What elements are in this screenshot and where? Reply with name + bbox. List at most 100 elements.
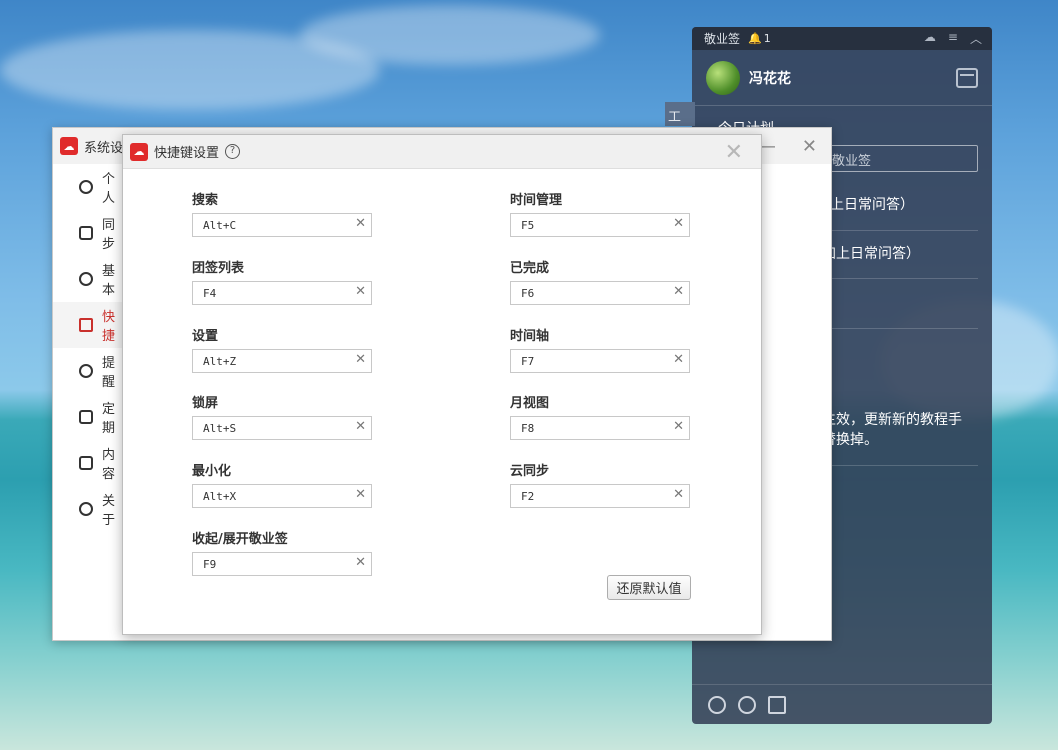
field-label: 已完成 (510, 261, 550, 276)
field-label: 云同步 (510, 464, 550, 479)
field-label: 设置 (192, 329, 219, 344)
user-icon (79, 180, 93, 194)
field-label: 时间管理 (510, 193, 563, 208)
clear-icon[interactable]: ✕ (673, 352, 684, 367)
shortcut-value: F9 (203, 557, 217, 571)
notice-text: 生效，更新新的教程手 (822, 412, 962, 428)
shortcut-minimize: 最小化 Alt+X ✕ (192, 460, 372, 508)
shortcut-value: Alt+C (203, 218, 237, 232)
shortcut-input[interactable]: Alt+X ✕ (192, 484, 372, 508)
restore-defaults-button[interactable]: 还原默认值 (607, 575, 691, 600)
menu-icon[interactable]: ≡ (948, 30, 958, 47)
shortcut-search: 搜索 Alt+C ✕ (192, 189, 372, 237)
clear-icon[interactable]: ✕ (673, 284, 684, 299)
sidebar-item-label: 内容 (102, 448, 116, 482)
shortcut-time-management: 时间管理 F5 ✕ (510, 189, 690, 237)
sidebar-item-label: 快捷 (102, 310, 116, 344)
clear-icon[interactable]: ✕ (673, 487, 684, 502)
shortcut-lock-screen: 锁屏 Alt+S ✕ (192, 392, 372, 440)
bell-icon (79, 364, 93, 378)
shortcut-input[interactable]: Alt+Z ✕ (192, 349, 372, 373)
work-tab[interactable]: 工作 (665, 102, 695, 144)
sidebar-item-label: 基本 (102, 264, 116, 298)
close-icon[interactable]: ✕ (802, 136, 817, 157)
clear-icon[interactable]: ✕ (355, 555, 366, 570)
sidebar-item-label: 提醒 (102, 356, 116, 390)
clear-icon[interactable]: ✕ (355, 352, 366, 367)
sidebar-item-sync[interactable]: 同步 (53, 210, 123, 256)
notification-bell[interactable]: 🔔 1 (748, 32, 771, 45)
avatar[interactable] (706, 60, 740, 95)
clear-icon[interactable]: ✕ (355, 419, 366, 434)
field-label: 搜索 (192, 193, 219, 208)
shortcut-value: Alt+S (203, 421, 237, 435)
shortcut-value: F5 (521, 218, 535, 232)
sidebar-item-scheduled[interactable]: 定期 (53, 394, 123, 440)
sidebar-item-label: 同步 (102, 218, 116, 252)
list-item[interactable]: 加上日常问答） (816, 194, 978, 214)
dialog-title: 快捷键设置 (154, 146, 220, 161)
shortcut-cloud-sync: 云同步 F2 ✕ (510, 460, 690, 508)
shortcut-value: F4 (203, 286, 217, 300)
app-logo-icon: ☁ (130, 142, 148, 161)
shortcut-input[interactable]: F7 ✕ (510, 349, 690, 373)
search-icon[interactable] (738, 695, 756, 714)
shortcut-timeline: 时间轴 F7 ✕ (510, 325, 690, 373)
sidebar-item-label: 关于 (102, 494, 116, 528)
panel-title: 敬业签 (704, 32, 741, 46)
user-bar: 冯花花 (692, 50, 992, 106)
shortcut-completed: 已完成 F6 ✕ (510, 257, 690, 305)
shortcut-input[interactable]: F5 ✕ (510, 213, 690, 237)
user-name: 冯花花 (749, 70, 791, 87)
shortcut-input[interactable]: F2 ✕ (510, 484, 690, 508)
clear-icon[interactable]: ✕ (355, 487, 366, 502)
clear-icon[interactable]: ✕ (355, 284, 366, 299)
cloud (300, 5, 600, 65)
shortcut-input[interactable]: F4 ✕ (192, 281, 372, 305)
shortcut-value: Alt+X (203, 489, 237, 503)
shortcut-settings: 设置 Alt+Z ✕ (192, 325, 372, 373)
clear-icon[interactable]: ✕ (673, 216, 684, 231)
shortcut-input[interactable]: F8 ✕ (510, 416, 690, 440)
shortcut-input[interactable]: F9 ✕ (192, 552, 372, 576)
contacts-icon[interactable] (708, 695, 726, 714)
new-note-input[interactable]: 建敬业签 (810, 145, 978, 172)
shortcut-input[interactable]: F6 ✕ (510, 281, 690, 305)
shortcut-settings-dialog: ☁ 快捷键设置 ? ✕ 搜索 Alt+C ✕ 团签列表 F4 ✕ 设置 Alt+Z ✕… (122, 134, 762, 635)
shortcut-team-list: 团签列表 F4 ✕ (192, 257, 372, 305)
field-label: 团签列表 (192, 261, 245, 276)
close-icon[interactable]: ✕ (725, 140, 743, 165)
notes-icon[interactable] (768, 695, 786, 714)
field-label: 最小化 (192, 464, 232, 479)
sidebar-item-basic[interactable]: 基本 (53, 256, 123, 302)
field-label: 时间轴 (510, 329, 550, 344)
sidebar-item-content[interactable]: 内容 (53, 440, 123, 486)
sidebar-item-personal[interactable]: 个人 (53, 164, 123, 210)
sidebar-item-about[interactable]: 关于 (53, 486, 123, 532)
sidebar-item-label: 个人 (102, 172, 116, 206)
sync-icon (79, 226, 93, 240)
app-logo-icon: ☁ (60, 137, 78, 155)
shortcut-value: F7 (521, 354, 535, 368)
shortcut-value: F6 (521, 286, 535, 300)
help-icon[interactable]: ? (225, 144, 241, 159)
sidebar-item-shortcuts[interactable]: 快捷 (53, 302, 123, 348)
shortcut-value: Alt+Z (203, 354, 237, 368)
bell-icon: 🔔 (748, 32, 762, 45)
shortcut-input[interactable]: Alt+S ✕ (192, 416, 372, 440)
list-item[interactable]: 加上日常问答） (822, 243, 978, 263)
panel-toolbar (692, 684, 992, 724)
collapse-icon[interactable]: ︿ (970, 30, 982, 47)
clear-icon[interactable]: ✕ (355, 216, 366, 231)
shortcut-input[interactable]: Alt+C ✕ (192, 213, 372, 237)
calendar-icon[interactable] (956, 67, 978, 88)
field-label: 收起/展开敬业签 (192, 532, 288, 547)
notice-text: 替换掉。 (822, 432, 878, 448)
clock-icon (79, 410, 93, 424)
sidebar-item-reminder[interactable]: 提醒 (53, 348, 123, 394)
clear-icon[interactable]: ✕ (673, 419, 684, 434)
cloud-icon[interactable]: ☁ (924, 30, 936, 47)
keyboard-icon (79, 318, 93, 332)
shortcut-value: F8 (521, 421, 535, 435)
shortcut-month-view: 月视图 F8 ✕ (510, 392, 690, 440)
